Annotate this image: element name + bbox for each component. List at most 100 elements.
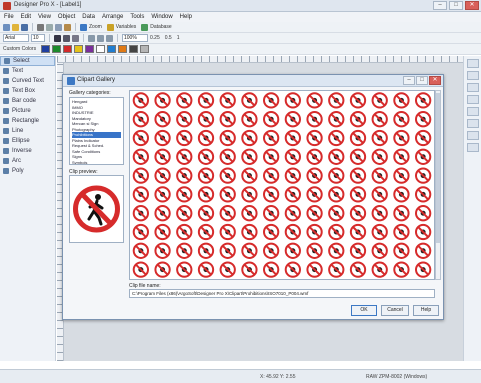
prohibition-sign-icon[interactable]: [219, 205, 236, 222]
prohibition-sign-icon[interactable]: [132, 261, 150, 278]
prohibition-sign-icon[interactable]: [414, 148, 432, 165]
prohibition-sign-icon[interactable]: [414, 129, 432, 147]
print-icon[interactable]: [37, 23, 44, 31]
category-item[interactable]: Symbols: [72, 160, 121, 165]
tool-line[interactable]: Line: [0, 126, 55, 136]
menu-arrange[interactable]: Arrange: [102, 14, 123, 20]
prohibition-sign-icon[interactable]: [306, 186, 323, 203]
menu-edit[interactable]: Edit: [21, 14, 31, 20]
prohibition-sign-icon[interactable]: [262, 148, 280, 165]
prohibition-sign-icon[interactable]: [349, 242, 367, 259]
prohibition-sign-icon[interactable]: [371, 148, 388, 165]
prohibition-sign-icon[interactable]: [262, 223, 280, 241]
prohibition-sign-icon[interactable]: [176, 223, 193, 241]
underline-icon[interactable]: [72, 34, 79, 42]
color-swatch[interactable]: [41, 45, 51, 53]
menu-file[interactable]: File: [4, 14, 14, 20]
new-icon[interactable]: [3, 23, 10, 31]
prohibition-sign-icon[interactable]: [154, 223, 171, 241]
font-size-input[interactable]: 10: [31, 34, 45, 42]
prohibition-sign-icon[interactable]: [219, 223, 236, 241]
prohibition-sign-icon[interactable]: [284, 261, 302, 278]
size-option[interactable]: 0.5: [165, 35, 172, 41]
cut-icon[interactable]: [46, 23, 53, 31]
dialog-maximize-button[interactable]: □: [416, 76, 428, 85]
bring-front-button[interactable]: [466, 131, 479, 140]
categories-tree[interactable]: Hengard IMMO INDUSTRIE Mandatory Mercan …: [69, 97, 124, 165]
prohibition-sign-icon[interactable]: [197, 223, 215, 241]
size-option[interactable]: 0.25: [150, 35, 160, 41]
variables-label[interactable]: Variables: [116, 24, 136, 30]
prohibition-sign-icon[interactable]: [371, 261, 388, 278]
prohibition-sign-icon[interactable]: [176, 261, 193, 278]
font-name-input[interactable]: Arial: [3, 34, 29, 42]
prohibition-sign-icon[interactable]: [132, 205, 150, 222]
prohibition-sign-icon[interactable]: [262, 205, 280, 222]
prohibition-sign-icon[interactable]: [241, 129, 258, 147]
group-button[interactable]: [466, 107, 479, 116]
dialog-minimize-button[interactable]: –: [403, 76, 415, 85]
prohibition-sign-icon[interactable]: [306, 148, 323, 165]
prohibition-sign-icon[interactable]: [328, 148, 345, 165]
align-center-icon[interactable]: [97, 34, 104, 42]
tool-ellipse[interactable]: Ellipse: [0, 136, 55, 146]
prohibition-sign-icon[interactable]: [241, 205, 258, 222]
prohibition-sign-icon[interactable]: [154, 205, 171, 222]
prohibition-sign-icon[interactable]: [219, 111, 236, 128]
prohibition-sign-icon[interactable]: [328, 129, 345, 147]
tool-select[interactable]: Select: [0, 56, 55, 66]
italic-icon[interactable]: [63, 34, 70, 42]
database-icon[interactable]: [141, 23, 149, 31]
prohibition-sign-icon[interactable]: [414, 111, 432, 128]
tool-text[interactable]: Text: [0, 66, 55, 76]
prohibition-sign-icon[interactable]: [262, 129, 280, 147]
prohibition-sign-icon[interactable]: [262, 167, 280, 184]
prohibition-sign-icon[interactable]: [349, 129, 367, 147]
menu-view[interactable]: View: [38, 14, 51, 20]
prohibition-sign-icon[interactable]: [132, 111, 150, 128]
prohibition-sign-icon[interactable]: [197, 261, 215, 278]
tool-curved-text[interactable]: Curved Text: [0, 76, 55, 86]
prohibition-sign-icon[interactable]: [349, 111, 367, 128]
prohibition-sign-icon[interactable]: [197, 129, 215, 147]
prohibition-sign-icon[interactable]: [371, 205, 388, 222]
prohibition-sign-icon[interactable]: [284, 167, 302, 184]
menu-object[interactable]: Object: [58, 14, 75, 20]
menu-window[interactable]: Window: [151, 14, 172, 20]
prohibition-sign-icon[interactable]: [197, 242, 215, 259]
dialog-close-button[interactable]: ✕: [429, 76, 441, 85]
prohibition-sign-icon[interactable]: [197, 167, 215, 184]
send-back-button[interactable]: [466, 143, 479, 152]
color-swatch[interactable]: [85, 45, 95, 53]
zoom-icon[interactable]: [80, 23, 87, 31]
prohibition-sign-icon[interactable]: [241, 167, 258, 184]
prohibition-sign-icon[interactable]: [176, 129, 193, 147]
color-swatch[interactable]: [107, 45, 117, 53]
prohibition-sign-icon[interactable]: [241, 92, 258, 109]
menu-tools[interactable]: Tools: [130, 14, 144, 20]
ok-button[interactable]: OK: [351, 305, 377, 316]
prohibition-sign-icon[interactable]: [197, 205, 215, 222]
prohibition-sign-icon[interactable]: [241, 148, 258, 165]
prohibition-sign-icon[interactable]: [371, 223, 388, 241]
prohibition-sign-icon[interactable]: [349, 167, 367, 184]
prohibition-sign-icon[interactable]: [393, 242, 410, 259]
close-button[interactable]: ✕: [465, 1, 479, 10]
prohibition-sign-icon[interactable]: [328, 205, 345, 222]
prohibition-sign-icon[interactable]: [414, 92, 432, 109]
clipart-thumbnails[interactable]: [130, 91, 434, 279]
tool-poly[interactable]: Poly: [0, 166, 55, 176]
prohibition-sign-icon[interactable]: [284, 223, 302, 241]
prohibition-sign-icon[interactable]: [262, 92, 280, 109]
prohibition-sign-icon[interactable]: [154, 186, 171, 203]
zoom-input[interactable]: 100%: [122, 34, 148, 42]
prohibition-sign-icon[interactable]: [371, 92, 388, 109]
prohibition-sign-icon[interactable]: [132, 186, 150, 203]
prohibition-sign-icon[interactable]: [176, 92, 193, 109]
prohibition-sign-icon[interactable]: [241, 242, 258, 259]
prohibition-sign-icon[interactable]: [176, 205, 193, 222]
ungroup-button[interactable]: [466, 119, 479, 128]
prohibition-sign-icon[interactable]: [414, 261, 432, 278]
prohibition-sign-icon[interactable]: [349, 261, 367, 278]
prohibition-sign-icon[interactable]: [306, 242, 323, 259]
